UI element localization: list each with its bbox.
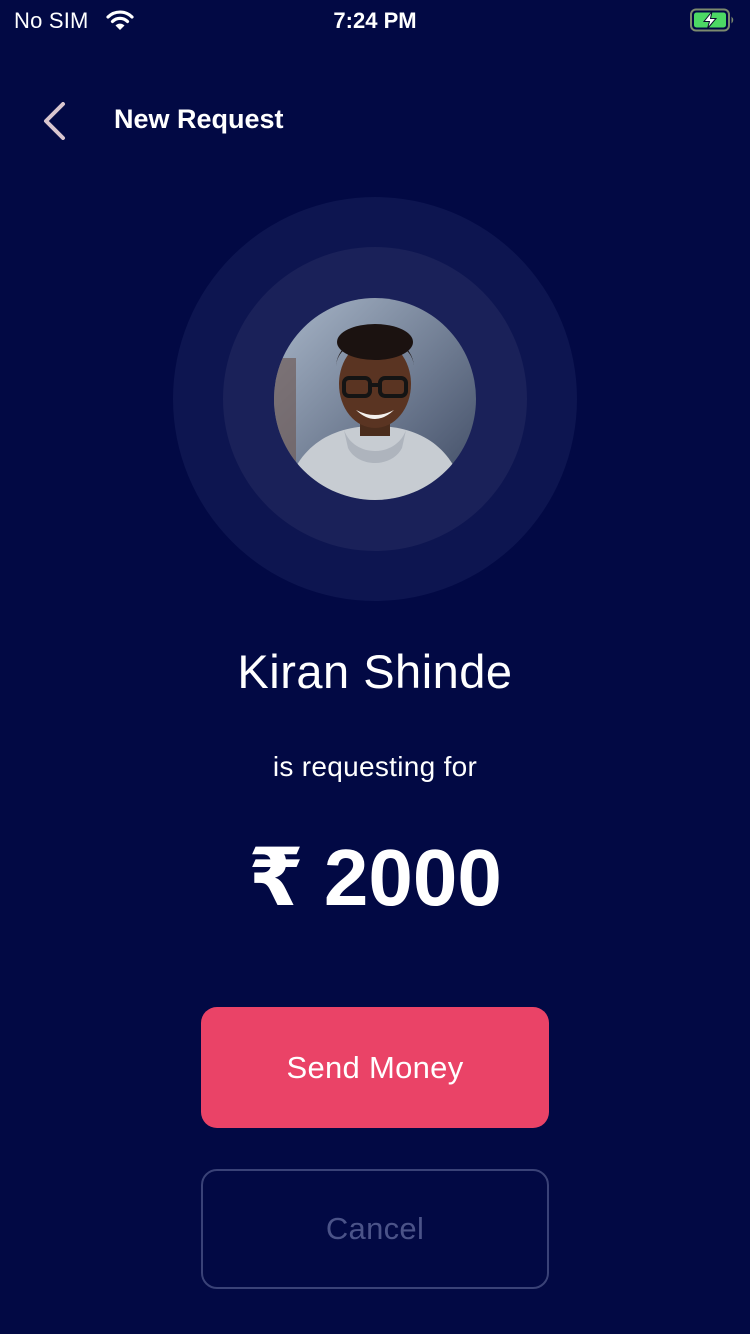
battery-charging-icon [690, 8, 736, 32]
requester-name: Kiran Shinde [237, 645, 513, 698]
chevron-left-icon [44, 102, 65, 140]
back-button[interactable] [30, 96, 80, 146]
amount-value: 2000 [323, 833, 502, 922]
nav-bar: New Request [0, 90, 750, 152]
currency-symbol: ₹ [248, 833, 304, 922]
clock: 7:24 PM [333, 8, 417, 33]
page-title: New Request [114, 104, 284, 134]
request-amount: ₹2000 [0, 832, 750, 924]
status-bar: No SIM 7:24 PM [0, 0, 750, 40]
request-subtitle: is requesting for [272, 751, 478, 782]
send-money-button[interactable]: Send Money [201, 1007, 549, 1128]
avatar [274, 298, 476, 500]
cancel-button[interactable]: Cancel [201, 1169, 549, 1289]
